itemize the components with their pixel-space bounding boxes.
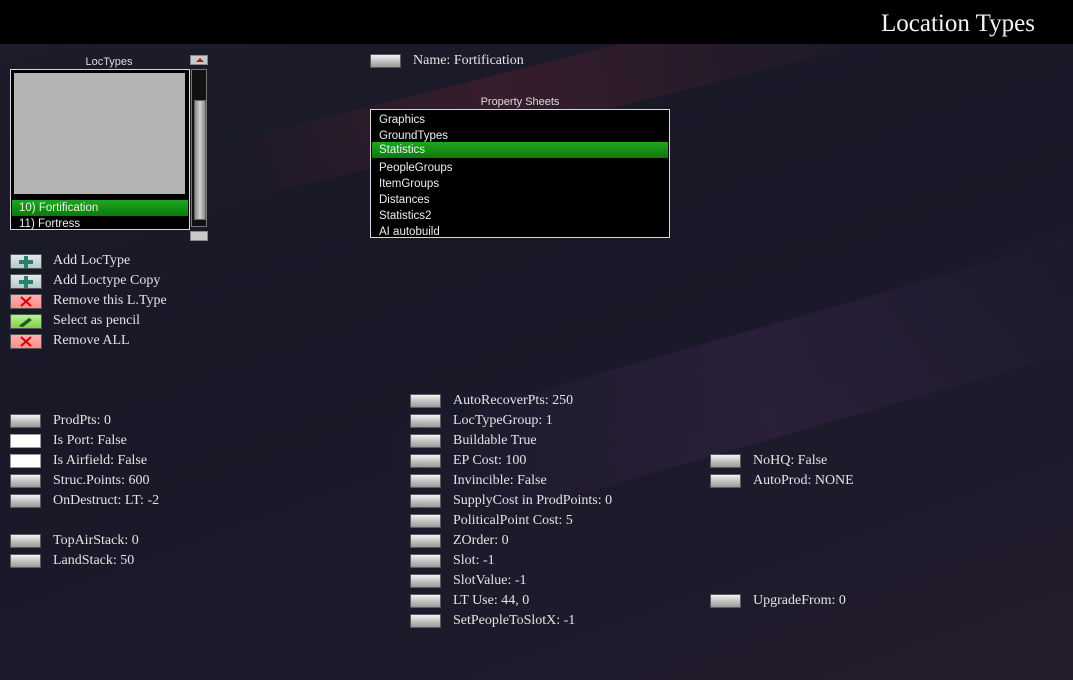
remove-all-label: Remove ALL <box>53 333 130 348</box>
supply-cost-button[interactable] <box>410 494 441 508</box>
property-sheet-item[interactable]: Statistics2 <box>372 208 668 224</box>
auto-prod-button[interactable] <box>710 474 741 488</box>
lt-use-button[interactable] <box>410 594 441 608</box>
land-stack-button[interactable] <box>10 554 41 568</box>
zorder-label: ZOrder: 0 <box>453 533 509 548</box>
ondestruct-button[interactable] <box>10 494 41 508</box>
name-label: Name: Fortification <box>413 53 524 68</box>
political-point-cost-label: PoliticalPoint Cost: 5 <box>453 513 573 528</box>
ep-cost-label: EP Cost: 100 <box>453 453 527 468</box>
property-sheet-item[interactable]: Distances <box>372 192 668 208</box>
political-point-cost-button[interactable] <box>410 514 441 528</box>
auto-recover-pts-button[interactable] <box>410 394 441 408</box>
title-bar: Location Types <box>0 0 1073 44</box>
loctype-item-selected[interactable]: 10) Fortification <box>12 200 188 216</box>
scrollbar-rail[interactable] <box>191 69 207 227</box>
plus-icon <box>19 275 33 288</box>
remove-loctype-button[interactable] <box>10 294 42 309</box>
property-sheet-item[interactable]: ItemGroups <box>372 176 668 192</box>
auto-prod-label: AutoProd: NONE <box>753 473 854 488</box>
scroll-down-arrow-icon[interactable] <box>190 231 208 241</box>
scroll-up-arrow-icon[interactable] <box>190 55 208 65</box>
remove-all-button[interactable] <box>10 334 42 349</box>
invincible-label: Invincible: False <box>453 473 547 488</box>
is-port-label: Is Port: False <box>53 433 127 448</box>
loctype-preview-image <box>14 73 185 194</box>
prodpts-button[interactable] <box>10 414 41 428</box>
set-people-to-slot-label: SetPeopleToSlotX: -1 <box>453 613 576 628</box>
struc-points-label: Struc.Points: 600 <box>53 473 150 488</box>
plus-icon <box>19 255 33 268</box>
auto-recover-pts-label: AutoRecoverPts: 250 <box>453 393 574 408</box>
upgrade-from-label: UpgradeFrom: 0 <box>753 593 846 608</box>
slot-button[interactable] <box>410 554 441 568</box>
nohq-button[interactable] <box>710 454 741 468</box>
invincible-button[interactable] <box>410 474 441 488</box>
buildable-label: Buildable True <box>453 433 537 448</box>
select-as-pencil-label: Select as pencil <box>53 313 141 328</box>
loctype-item[interactable]: 11) Fortress <box>12 216 188 229</box>
is-port-toggle[interactable] <box>10 434 41 448</box>
loctype-group-button[interactable] <box>410 414 441 428</box>
add-loctype-copy-button[interactable] <box>10 274 42 289</box>
loctypes-title: LocTypes <box>85 56 133 68</box>
top-air-stack-button[interactable] <box>10 534 41 548</box>
pencil-icon <box>18 317 34 327</box>
prodpts-label: ProdPts: 0 <box>53 413 111 428</box>
slot-value-button[interactable] <box>410 574 441 588</box>
page-title: Location Types <box>880 10 1035 37</box>
property-sheets-title: Property Sheets <box>480 96 560 108</box>
add-loctype-copy-label: Add Loctype Copy <box>53 273 161 288</box>
property-sheet-item-selected[interactable]: Statistics <box>372 142 668 158</box>
property-sheet-item[interactable]: PeopleGroups <box>372 160 668 176</box>
loctypes-scrollbar[interactable] <box>190 53 208 243</box>
top-air-stack-label: TopAirStack: 0 <box>53 533 139 548</box>
edit-name-button[interactable] <box>370 54 401 68</box>
land-stack-label: LandStack: 50 <box>53 553 135 568</box>
select-as-pencil-button[interactable] <box>10 314 42 329</box>
add-loctype-label: Add LocType <box>53 253 131 268</box>
set-people-to-slot-button[interactable] <box>410 614 441 628</box>
supply-cost-label: SupplyCost in ProdPoints: 0 <box>453 493 613 508</box>
x-icon <box>20 296 32 307</box>
add-loctype-button[interactable] <box>10 254 42 269</box>
loctypes-listbox[interactable]: 10) Fortification 11) Fortress <box>10 69 190 230</box>
is-airfield-toggle[interactable] <box>10 454 41 468</box>
property-sheet-item[interactable]: Graphics <box>372 112 668 128</box>
ondestruct-label: OnDestruct: LT: -2 <box>53 493 160 508</box>
ep-cost-button[interactable] <box>410 454 441 468</box>
nohq-label: NoHQ: False <box>753 453 828 468</box>
struc-points-button[interactable] <box>10 474 41 488</box>
lt-use-label: LT Use: 44, 0 <box>453 593 530 608</box>
property-sheet-item[interactable]: AI autobuild <box>372 224 668 237</box>
slot-label: Slot: -1 <box>453 553 495 568</box>
is-airfield-label: Is Airfield: False <box>53 453 148 468</box>
x-icon <box>20 336 32 347</box>
buildable-button[interactable] <box>410 434 441 448</box>
remove-loctype-label: Remove this L.Type <box>53 293 167 308</box>
scrollbar-thumb[interactable] <box>194 100 206 220</box>
loctype-group-label: LocTypeGroup: 1 <box>453 413 553 428</box>
zorder-button[interactable] <box>410 534 441 548</box>
upgrade-from-button[interactable] <box>710 594 741 608</box>
property-sheets-listbox[interactable]: Graphics GroundTypes Statistics PeopleGr… <box>370 109 670 238</box>
slot-value-label: SlotValue: -1 <box>453 573 527 588</box>
